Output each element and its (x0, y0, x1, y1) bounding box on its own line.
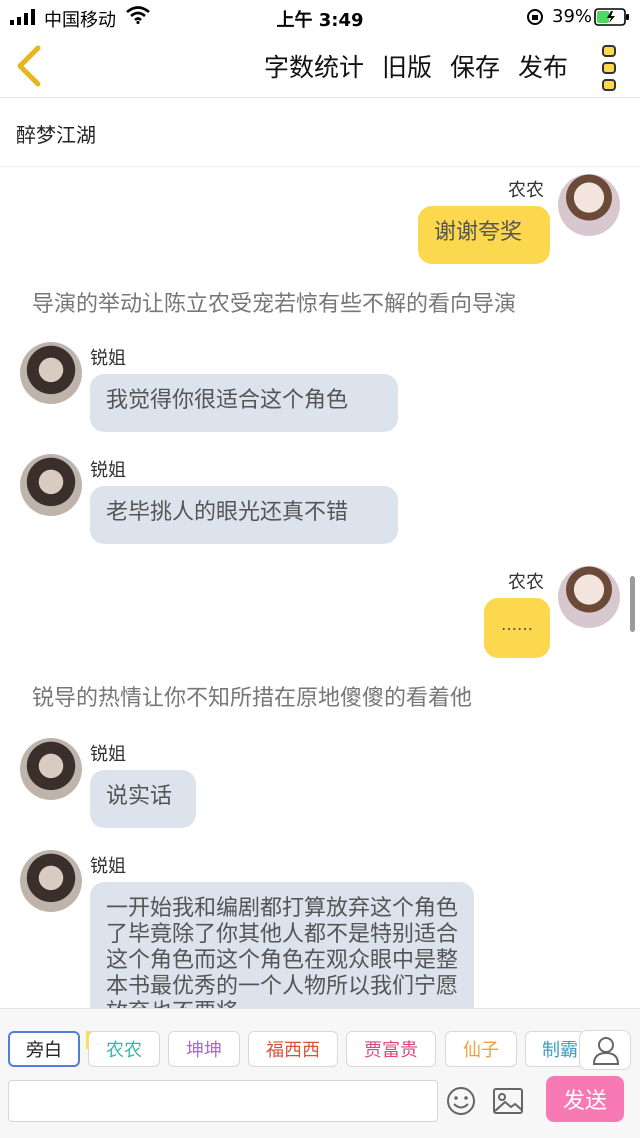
avatar[interactable] (20, 454, 82, 516)
role-zhiba[interactable]: 制霸 (525, 1031, 585, 1067)
sender-name: 锐姐 (90, 348, 126, 369)
message-bubble[interactable]: 说实话 (90, 770, 196, 828)
send-button[interactable]: 发送 (546, 1076, 624, 1122)
message-bubble[interactable]: …… (484, 598, 550, 658)
input-bar: 发送 (0, 1076, 640, 1138)
sender-name: 锐姐 (90, 460, 126, 481)
avatar[interactable] (20, 738, 82, 800)
message-bubble[interactable]: 一开始我和编剧都打算放弃这个角色了毕竟除了你其他人都不是特别适合这个角色而这个角… (90, 882, 474, 1008)
role-label: 贾富贵 (364, 1040, 418, 1061)
message-bubble[interactable]: 老毕挑人的眼光还真不错 (90, 486, 398, 544)
avatar[interactable] (20, 850, 82, 912)
old-version-button[interactable]: 旧版 (382, 48, 432, 84)
sender-name: 锐姐 (90, 856, 126, 877)
role-label: 坤坤 (186, 1040, 222, 1061)
role-label: 仙子 (463, 1040, 499, 1061)
story-title: 醉梦江湖 (16, 123, 96, 147)
message-bubble[interactable]: 谢谢夸奖 (418, 206, 550, 264)
role-nongnong[interactable]: 农农 (88, 1031, 160, 1067)
role-fuxixi[interactable]: 福西西 (248, 1031, 338, 1067)
avatar[interactable] (20, 342, 82, 404)
chat-area[interactable]: 农农 谢谢夸奖 导演的举动让陈立农受宠若惊有些不解的看向导演 锐姐 我觉得你很适… (0, 168, 640, 1008)
role-label: 旁白 (26, 1040, 62, 1061)
message-bubble[interactable]: 我觉得你很适合这个角色 (90, 374, 398, 432)
role-label: 制霸 (542, 1040, 578, 1061)
story-title-row[interactable]: 醉梦江湖 (0, 99, 640, 167)
role-xianzi[interactable]: 仙子 (445, 1031, 517, 1067)
orientation-lock-icon (527, 9, 543, 25)
more-menu-icon[interactable] (598, 42, 620, 94)
emoji-icon[interactable] (446, 1086, 476, 1116)
sender-name: 农农 (508, 572, 544, 593)
back-arrow-icon[interactable] (12, 44, 46, 88)
role-narrator[interactable]: 旁白 (8, 1031, 80, 1067)
status-time: 上午 3:49 (276, 10, 364, 31)
user-icon (592, 1037, 620, 1065)
narration-text[interactable]: 导演的举动让陈立农受宠若惊有些不解的看向导演 (32, 286, 516, 318)
add-role-button[interactable] (579, 1030, 631, 1070)
sender-name: 锐姐 (90, 744, 126, 765)
image-icon[interactable] (492, 1086, 524, 1116)
message-input[interactable] (8, 1080, 438, 1122)
battery-icon (594, 8, 629, 26)
publish-button[interactable]: 发布 (518, 48, 568, 84)
save-button[interactable]: 保存 (450, 48, 500, 84)
sender-name: 农农 (508, 180, 544, 201)
role-jiafugui[interactable]: 贾富贵 (346, 1031, 436, 1067)
narration-text[interactable]: 锐导的热情让你不知所措在原地傻傻的看着他 (32, 680, 472, 712)
word-count-button[interactable]: 字数统计 (264, 48, 364, 84)
nav-actions: 字数统计 旧版 保存 发布 (264, 48, 568, 84)
role-label: 福西西 (266, 1040, 320, 1061)
scrollbar[interactable] (630, 576, 635, 632)
status-bar: 中国移动 上午 3:49 39% (0, 0, 640, 34)
nav-bar: 字数统计 旧版 保存 发布 (0, 34, 640, 98)
avatar[interactable] (558, 566, 620, 628)
role-label: 农农 (106, 1040, 142, 1061)
role-kunkun[interactable]: 坤坤 (168, 1031, 240, 1067)
role-selector-bar: 旁白 主 农农 坤坤 福西西 贾富贵 仙子 制霸 (0, 1008, 640, 1076)
battery-percent: 39% (552, 6, 593, 27)
avatar[interactable] (558, 174, 620, 236)
